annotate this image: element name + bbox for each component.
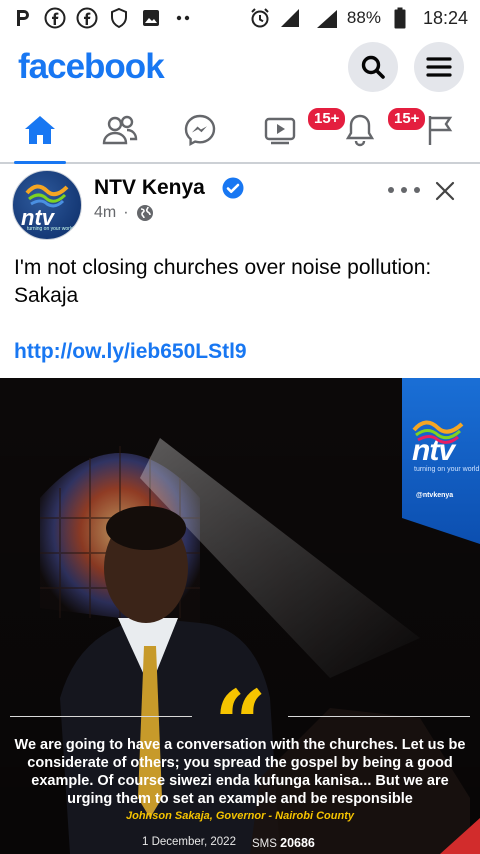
post-link[interactable]: http://ow.ly/ieb650LStl9 <box>14 340 247 364</box>
sms-number: 20686 <box>280 836 315 850</box>
verified-badge-icon <box>222 177 244 199</box>
avatar-tagline: turning on your world <box>27 226 74 232</box>
tab-pages[interactable] <box>400 98 480 162</box>
facebook-logo[interactable]: facebook <box>18 47 165 87</box>
quote-divider-right <box>288 716 470 717</box>
p-app-icon <box>12 7 34 29</box>
gallery-icon <box>140 7 162 29</box>
status-bar: 88% 18:24 <box>0 0 480 36</box>
ntv-tagline: turning on your world <box>414 466 480 473</box>
tab-video[interactable]: 15+ <box>240 98 348 162</box>
video-icon <box>264 117 296 145</box>
network-3g-icon <box>309 7 339 29</box>
close-icon[interactable] <box>432 178 458 204</box>
post-image[interactable]: ntv turning on your world @ntvkenya “ We… <box>0 378 480 854</box>
sms-label: SMS <box>252 838 277 850</box>
avatar[interactable]: ntv turning on your world <box>12 170 82 240</box>
nav-tabs: 15+ 15+ <box>0 98 480 164</box>
social-handle: @ntvkenya <box>416 492 454 499</box>
pages-flag-icon <box>428 116 453 145</box>
ntv-image-brand: ntv turning on your world <box>404 410 480 473</box>
tab-notifications[interactable]: 15+ <box>320 98 428 162</box>
post-header: ntv turning on your world NTV Kenya 4m · <box>0 166 480 242</box>
tab-friends[interactable] <box>80 98 160 162</box>
signal-icon <box>279 7 301 29</box>
quote-divider-left <box>10 716 192 717</box>
notifications-icon <box>345 114 375 147</box>
friends-icon <box>102 115 138 145</box>
post-meta: 4m · <box>94 204 154 222</box>
clock: 18:24 <box>422 7 468 28</box>
menu-icon <box>426 57 452 77</box>
author-name[interactable]: NTV Kenya <box>94 176 205 200</box>
shield-icon <box>108 7 130 29</box>
globe-icon <box>136 205 153 221</box>
home-icon <box>25 116 55 144</box>
battery-percent: 88% <box>346 8 381 27</box>
quote-attribution: Johnson Sakaja, Governor - Nairobi Count… <box>126 810 354 822</box>
more-options-button[interactable] <box>388 180 420 200</box>
menu-button[interactable] <box>414 42 464 92</box>
image-date: 1 December, 2022 <box>142 836 236 848</box>
facebook-icon <box>76 7 98 29</box>
image-sms: SMS 20686 <box>252 836 315 850</box>
alarm-icon <box>249 7 271 29</box>
search-icon <box>361 55 385 79</box>
tab-home[interactable] <box>0 98 80 164</box>
dots-icon <box>172 7 194 29</box>
battery-icon <box>389 7 411 29</box>
meta-separator: · <box>123 204 129 221</box>
post-time[interactable]: 4m <box>94 204 116 222</box>
post-text: I'm not closing churches over noise poll… <box>14 256 432 307</box>
tab-messenger[interactable] <box>160 98 240 162</box>
image-quote: We are going to have a conversation with… <box>14 737 466 807</box>
app-header: facebook <box>0 36 480 98</box>
ntv-logo-icon <box>412 420 464 444</box>
facebook-icon <box>44 7 66 29</box>
messenger-icon <box>184 114 216 147</box>
search-button[interactable] <box>348 42 398 92</box>
